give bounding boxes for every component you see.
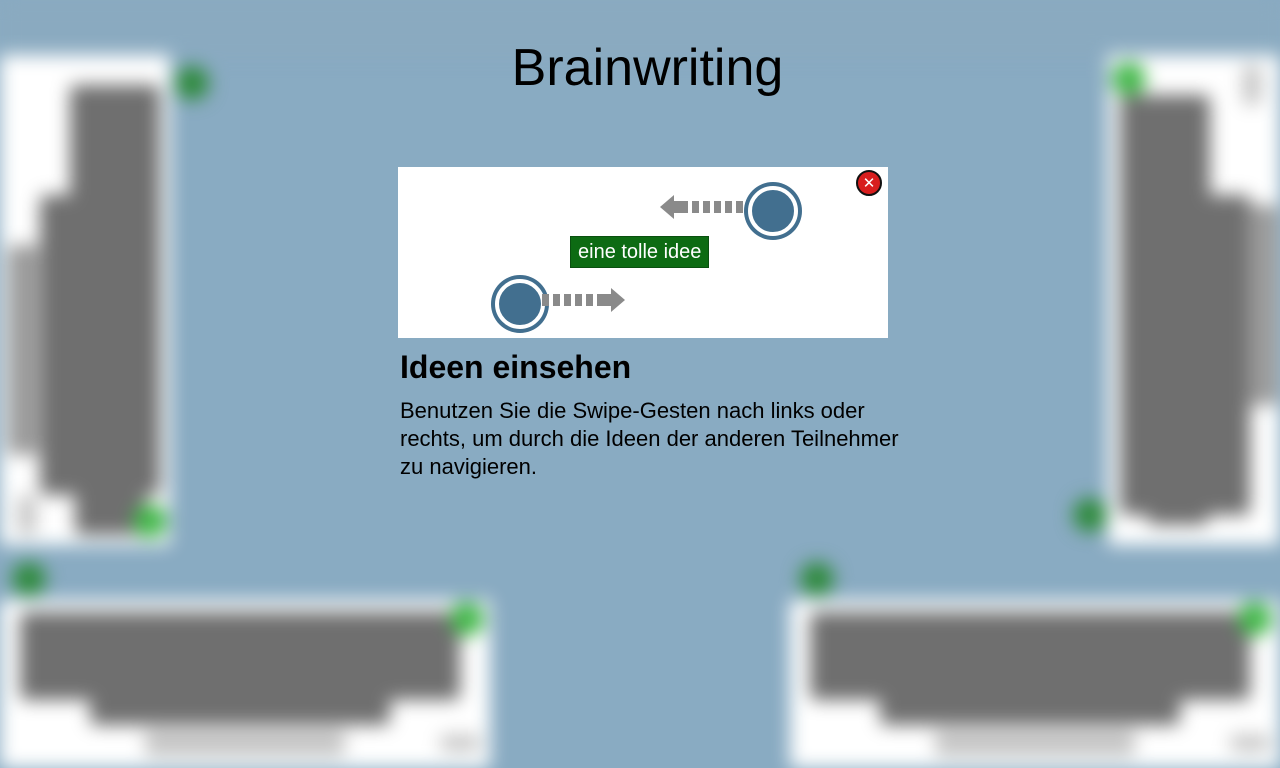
participant-indicator xyxy=(12,562,46,596)
participant-keyboard-bottom-left xyxy=(0,600,490,768)
swipe-right-arrow-icon xyxy=(542,288,625,312)
app-screen: Brainwriting eine tolle idee ✕ Ideen ein… xyxy=(0,0,1280,768)
key-area xyxy=(1120,195,1250,515)
participant-indicator xyxy=(800,562,834,596)
key-area xyxy=(935,730,1135,756)
key-area xyxy=(8,245,38,455)
participant-keyboard-right xyxy=(1108,55,1280,545)
swipe-touch-point-icon xyxy=(495,279,545,329)
swipe-touch-point-icon xyxy=(748,186,798,236)
tutorial-heading: Ideen einsehen xyxy=(400,349,632,385)
participant-indicator xyxy=(1073,498,1107,532)
key-area xyxy=(20,612,460,700)
close-icon: ✕ xyxy=(862,174,876,192)
key-area xyxy=(90,690,390,725)
participant-indicator xyxy=(133,504,167,538)
page-title: Brainwriting xyxy=(511,39,784,97)
key-area xyxy=(145,730,345,756)
participant-indicator xyxy=(450,602,484,636)
key-area xyxy=(1248,205,1278,405)
blurred-background xyxy=(0,0,1280,768)
example-idea-label: eine tolle idee xyxy=(570,236,710,268)
swipe-left-arrow-icon xyxy=(660,195,743,219)
key-area xyxy=(70,85,160,205)
participant-keyboard-bottom-right xyxy=(790,600,1280,768)
close-button[interactable]: ✕ xyxy=(856,170,882,196)
participant-indicator xyxy=(1238,602,1272,636)
tutorial-description: Benutzen Sie die Swipe-Gesten nach links… xyxy=(400,398,899,479)
key-area xyxy=(1230,735,1270,751)
key-area xyxy=(40,195,160,495)
key-area xyxy=(810,612,1250,700)
key-area xyxy=(18,495,36,535)
key-area xyxy=(440,735,480,751)
key-area xyxy=(880,690,1180,725)
participant-keyboard-left xyxy=(0,55,170,545)
key-area xyxy=(1148,485,1208,525)
